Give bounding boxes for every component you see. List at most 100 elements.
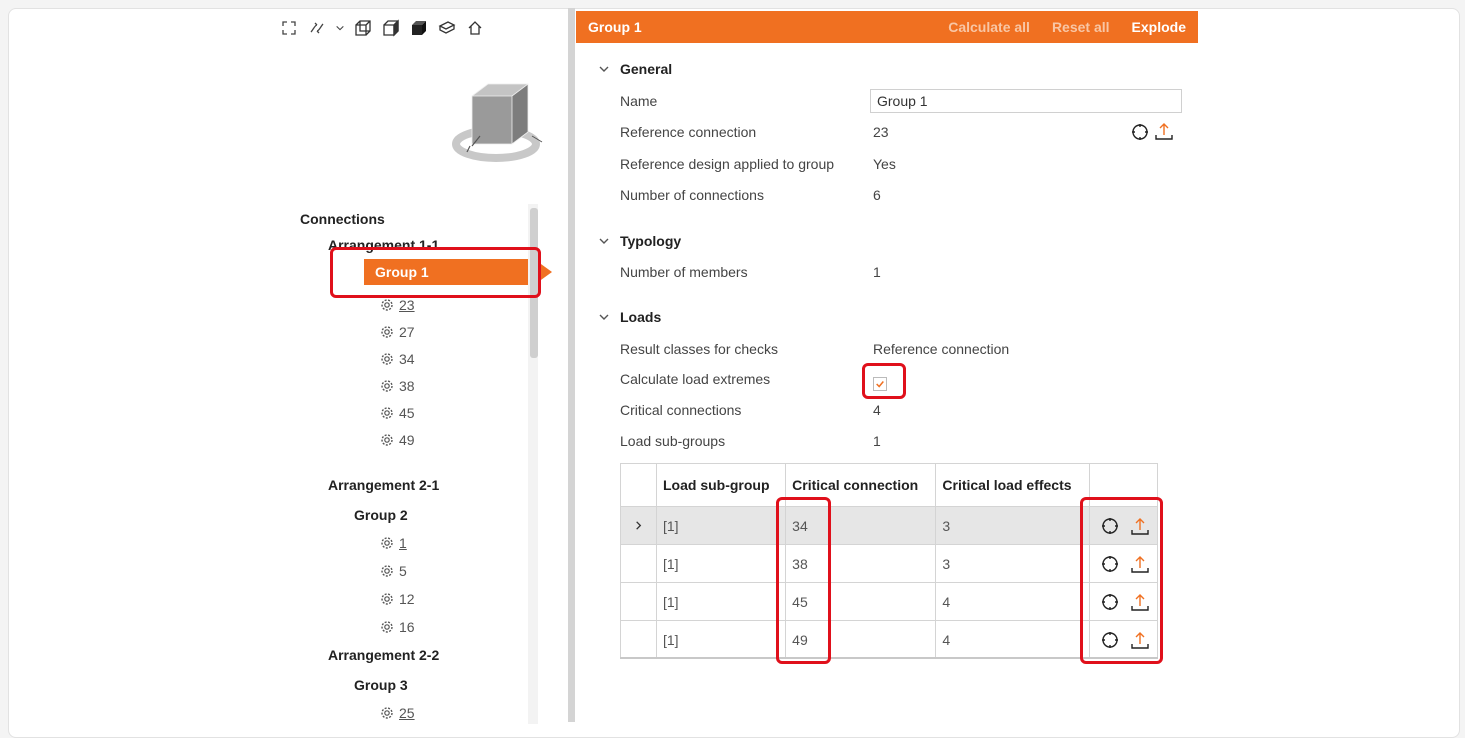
gear-icon (381, 353, 393, 365)
tree-connection-item[interactable]: 45 (380, 400, 415, 426)
number-of-members-label: Number of members (620, 264, 748, 280)
connection-label: 16 (399, 619, 415, 635)
section-general[interactable]: General (598, 61, 672, 77)
tree-group-2[interactable]: Group 2 (354, 502, 408, 528)
number-of-connections-value: 6 (873, 187, 881, 203)
table-row[interactable]: [1] 49 4 (620, 620, 1158, 659)
cell-critical-connection: 45 (785, 582, 937, 621)
fit-view-icon[interactable] (278, 17, 300, 39)
tree-connection-item[interactable]: 25 (380, 700, 415, 726)
gear-icon (381, 407, 393, 419)
load-subgroups-table: Load sub-group Critical connection Criti… (620, 463, 1158, 659)
cell-actions (1089, 582, 1158, 621)
table-bottom-border (620, 656, 1158, 659)
view-cube-widget[interactable] (448, 74, 558, 184)
critical-connections-label: Critical connections (620, 402, 742, 418)
connection-label: 1 (399, 535, 407, 551)
section-typology[interactable]: Typology (598, 233, 681, 249)
target-icon[interactable] (1100, 592, 1120, 612)
tree-connection-item[interactable]: 1 (380, 530, 407, 556)
tree-connection-item[interactable]: 49 (380, 427, 415, 453)
tree-root-connections[interactable]: Connections (300, 206, 385, 232)
connection-label: 45 (399, 405, 415, 421)
properties-title: Group 1 (588, 19, 642, 35)
connection-label: 38 (399, 378, 415, 394)
connection-label: 25 (399, 705, 415, 721)
cell-critical-load-effects: 4 (935, 620, 1090, 659)
table-header-critical-connection[interactable]: Critical connection (785, 463, 937, 507)
view-toolbar (278, 16, 486, 40)
calculate-all-button[interactable]: Calculate all (948, 19, 1030, 35)
tree-connection-item[interactable]: 34 (380, 346, 415, 372)
connection-label: 49 (399, 432, 415, 448)
connection-label: 27 (399, 324, 415, 340)
tree-connection-item[interactable]: 12 (380, 586, 415, 612)
cell-critical-load-effects: 4 (935, 582, 1090, 621)
explode-button[interactable]: Explode (1132, 19, 1186, 35)
cell-critical-connection: 34 (785, 506, 937, 545)
tree-group-3[interactable]: Group 3 (354, 672, 408, 698)
table-header-load-sub-group[interactable]: Load sub-group (655, 463, 787, 507)
tree-scrollbar-thumb[interactable] (530, 208, 538, 358)
section-loads[interactable]: Loads (598, 309, 661, 325)
home-icon[interactable] (464, 17, 486, 39)
table-row[interactable]: [1] 38 3 (620, 544, 1158, 583)
tree-arrangement-2-2[interactable]: Arrangement 2-2 (328, 642, 439, 668)
connection-label: 5 (399, 563, 407, 579)
tree-connection-item[interactable]: 16 (380, 614, 415, 640)
gear-icon (381, 621, 393, 633)
calculate-load-extremes-checkbox[interactable] (873, 377, 887, 391)
export-icon[interactable] (1130, 516, 1150, 536)
export-icon[interactable] (1154, 121, 1174, 141)
tree-connection-item[interactable]: 5 (380, 558, 407, 584)
result-classes-value[interactable]: Reference connection (873, 338, 1009, 360)
section-typology-title: Typology (620, 233, 682, 249)
tree-arrangement-2-1[interactable]: Arrangement 2-1 (328, 472, 439, 498)
cell-critical-load-effects: 3 (935, 506, 1090, 545)
name-field[interactable] (870, 89, 1182, 113)
cell-load-sub-group: [1] (655, 544, 787, 583)
cell-load-sub-group: [1] (655, 506, 787, 545)
table-header-critical-load-effects[interactable]: Critical load effects (935, 463, 1090, 507)
tree-connection-item[interactable]: 27 (380, 319, 415, 345)
cell-actions (1089, 620, 1158, 659)
cell-critical-connection: 49 (785, 620, 937, 659)
reference-design-label: Reference design applied to group (620, 156, 835, 172)
tree-connection-item[interactable]: 38 (380, 373, 415, 399)
pane-splitter[interactable] (568, 8, 575, 722)
row-expander-cell (620, 544, 657, 583)
navigator-pane: Connections Arrangement 1-1 Group 1 23 2… (278, 8, 568, 724)
export-icon[interactable] (1130, 554, 1150, 574)
critical-connections-value: 4 (873, 402, 881, 418)
cell-load-sub-group: [1] (655, 582, 787, 621)
target-icon[interactable] (1100, 630, 1120, 650)
section-view-icon[interactable] (436, 17, 458, 39)
tree-arrangement-1-1[interactable]: Arrangement 1-1 (328, 232, 439, 258)
properties-header: Group 1 Calculate all Reset all Explode (576, 11, 1198, 43)
export-icon[interactable] (1130, 592, 1150, 612)
chevron-down-icon[interactable] (334, 17, 346, 39)
reset-all-button[interactable]: Reset all (1052, 19, 1110, 35)
cell-actions (1089, 544, 1158, 583)
properties-pane: Group 1 Calculate all Reset all Explode … (576, 11, 1198, 722)
tree-group-1[interactable]: Group 1 (364, 259, 552, 285)
gear-icon (381, 380, 393, 392)
row-expand-icon[interactable] (620, 506, 657, 545)
gear-icon (381, 593, 393, 605)
rotate-icon[interactable] (306, 17, 328, 39)
gear-icon (381, 326, 393, 338)
gear-icon (381, 537, 393, 549)
name-label: Name (620, 93, 658, 109)
target-icon[interactable] (1100, 516, 1120, 536)
tree-connection-item[interactable]: 23 (380, 292, 415, 318)
export-icon[interactable] (1130, 630, 1150, 650)
table-row[interactable]: [1] 34 3 (620, 506, 1158, 545)
connection-label: 12 (399, 591, 415, 607)
reference-connection-value: 23 (873, 124, 889, 140)
solid-cube-icon[interactable] (408, 17, 430, 39)
target-icon[interactable] (1100, 554, 1120, 574)
shaded-cube-icon[interactable] (380, 17, 402, 39)
target-icon[interactable] (1130, 122, 1150, 142)
table-row[interactable]: [1] 45 4 (620, 582, 1158, 621)
wireframe-cube-icon[interactable] (352, 17, 374, 39)
